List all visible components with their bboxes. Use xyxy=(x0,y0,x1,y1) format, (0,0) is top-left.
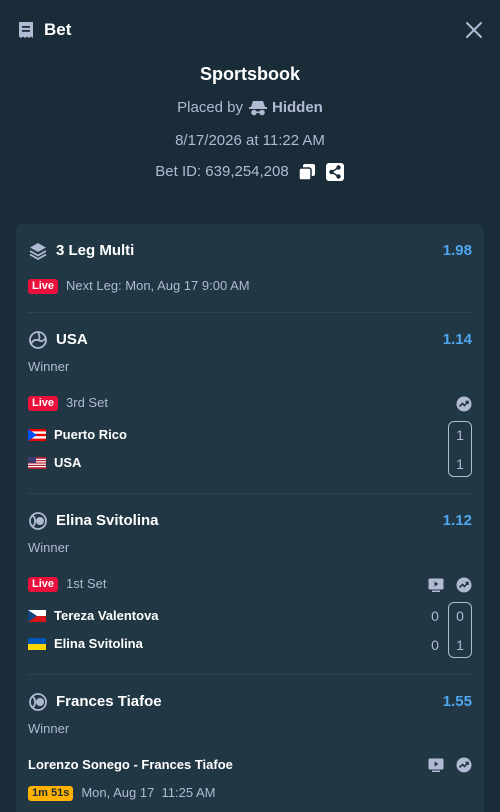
leg-odds: 1.55 xyxy=(442,693,472,710)
multi-odds: 1.98 xyxy=(442,242,472,259)
team-row: Puerto Rico xyxy=(28,427,472,443)
modal-title: Bet xyxy=(44,20,72,39)
live-badge: Live xyxy=(28,279,59,295)
point-score: 0 xyxy=(456,608,464,624)
layers-icon xyxy=(29,243,47,261)
leg-header[interactable]: USA 1.14 xyxy=(28,330,472,350)
placed-by-user: Hidden xyxy=(249,98,323,118)
team-score: 1 xyxy=(456,456,464,472)
incognito-icon xyxy=(249,101,268,116)
tennis-ball-icon xyxy=(29,693,47,711)
leg-selection: Elina Svitolina xyxy=(56,512,159,529)
next-leg-text: Next Leg: Mon, Aug 17 9:00 AM xyxy=(66,278,250,293)
start-time: Mon, Aug 17 11:25 AM xyxy=(81,785,216,800)
tv-icon[interactable] xyxy=(428,757,444,773)
ukraine-flag-icon xyxy=(28,638,46,650)
leg-market: Winner xyxy=(28,721,70,736)
team-name: USA xyxy=(54,455,82,470)
placed-by: Placed by Hidden xyxy=(0,98,500,118)
receipt-icon xyxy=(19,22,33,38)
start-time-row: 1m 51s Mon, Aug 17 11:25 AM xyxy=(28,785,472,802)
placed-by-label: Placed by xyxy=(177,99,244,116)
close-icon[interactable] xyxy=(462,18,486,42)
bet-id-row: Bet ID: 639,254,208 xyxy=(0,162,500,182)
copy-icon[interactable] xyxy=(297,162,317,182)
countdown-badge: 1m 51s xyxy=(28,786,74,802)
tennis-ball-icon xyxy=(29,512,47,530)
team-row: Tereza Valentova xyxy=(28,608,472,624)
puerto-rico-flag-icon xyxy=(28,429,46,441)
leg-status-row: Live 1st Set xyxy=(28,576,472,593)
team-row: Elina Svitolina xyxy=(28,636,472,652)
match-name: Lorenzo Sonego - Frances Tiafoe xyxy=(28,757,233,772)
game-score: 0 xyxy=(431,608,439,624)
multi-title: 3 Leg Multi xyxy=(56,242,135,259)
game-score: 0 xyxy=(431,637,439,653)
divider xyxy=(28,493,472,494)
team-row: USA xyxy=(28,455,472,471)
share-icon[interactable] xyxy=(325,162,345,182)
bet-date: 8/17/2026 at 11:22 AM xyxy=(175,132,325,149)
point-score: 1 xyxy=(456,637,464,653)
stats-icon[interactable] xyxy=(456,757,472,773)
team-score: 1 xyxy=(456,427,464,443)
czech-flag-icon xyxy=(28,610,46,622)
bet-slip-card: 3 Leg Multi 1.98 Live Next Leg: Mon, Aug … xyxy=(16,224,484,812)
live-badge: Live xyxy=(28,396,59,412)
leg-status: 3rd Set xyxy=(66,395,108,410)
leg-market: Winner xyxy=(28,359,70,374)
next-leg-row: Live Next Leg: Mon, Aug 17 9:00 AM xyxy=(28,278,472,295)
leg-status-row: Live 3rd Set xyxy=(28,395,472,412)
multi-header: 3 Leg Multi 1.98 xyxy=(28,241,472,261)
stats-icon[interactable] xyxy=(456,577,472,593)
bet-header: Bet xyxy=(0,0,500,60)
leg-header[interactable]: Elina Svitolina 1.12 xyxy=(28,511,472,531)
tv-icon[interactable] xyxy=(428,577,444,593)
leg-selection: Frances Tiafoe xyxy=(56,693,162,710)
player-name: Elina Svitolina xyxy=(54,636,143,651)
volleyball-icon xyxy=(29,331,47,349)
leg-odds: 1.12 xyxy=(442,512,472,529)
team-name: Puerto Rico xyxy=(54,427,127,442)
leg-header[interactable]: Frances Tiafoe 1.55 xyxy=(28,692,472,712)
leg-selection: USA xyxy=(56,331,88,348)
stats-icon[interactable] xyxy=(456,396,472,412)
player-name: Tereza Valentova xyxy=(54,608,159,623)
divider xyxy=(28,312,472,313)
divider xyxy=(28,674,472,675)
leg-odds: 1.14 xyxy=(442,331,472,348)
placed-by-name: Hidden xyxy=(272,99,323,116)
bet-id: Bet ID: 639,254,208 xyxy=(155,163,289,180)
provider-name: Sportsbook xyxy=(199,64,300,84)
leg-status: 1st Set xyxy=(66,576,107,591)
usa-flag-icon xyxy=(28,457,46,469)
live-badge: Live xyxy=(28,577,59,593)
leg-market: Winner xyxy=(28,540,70,555)
